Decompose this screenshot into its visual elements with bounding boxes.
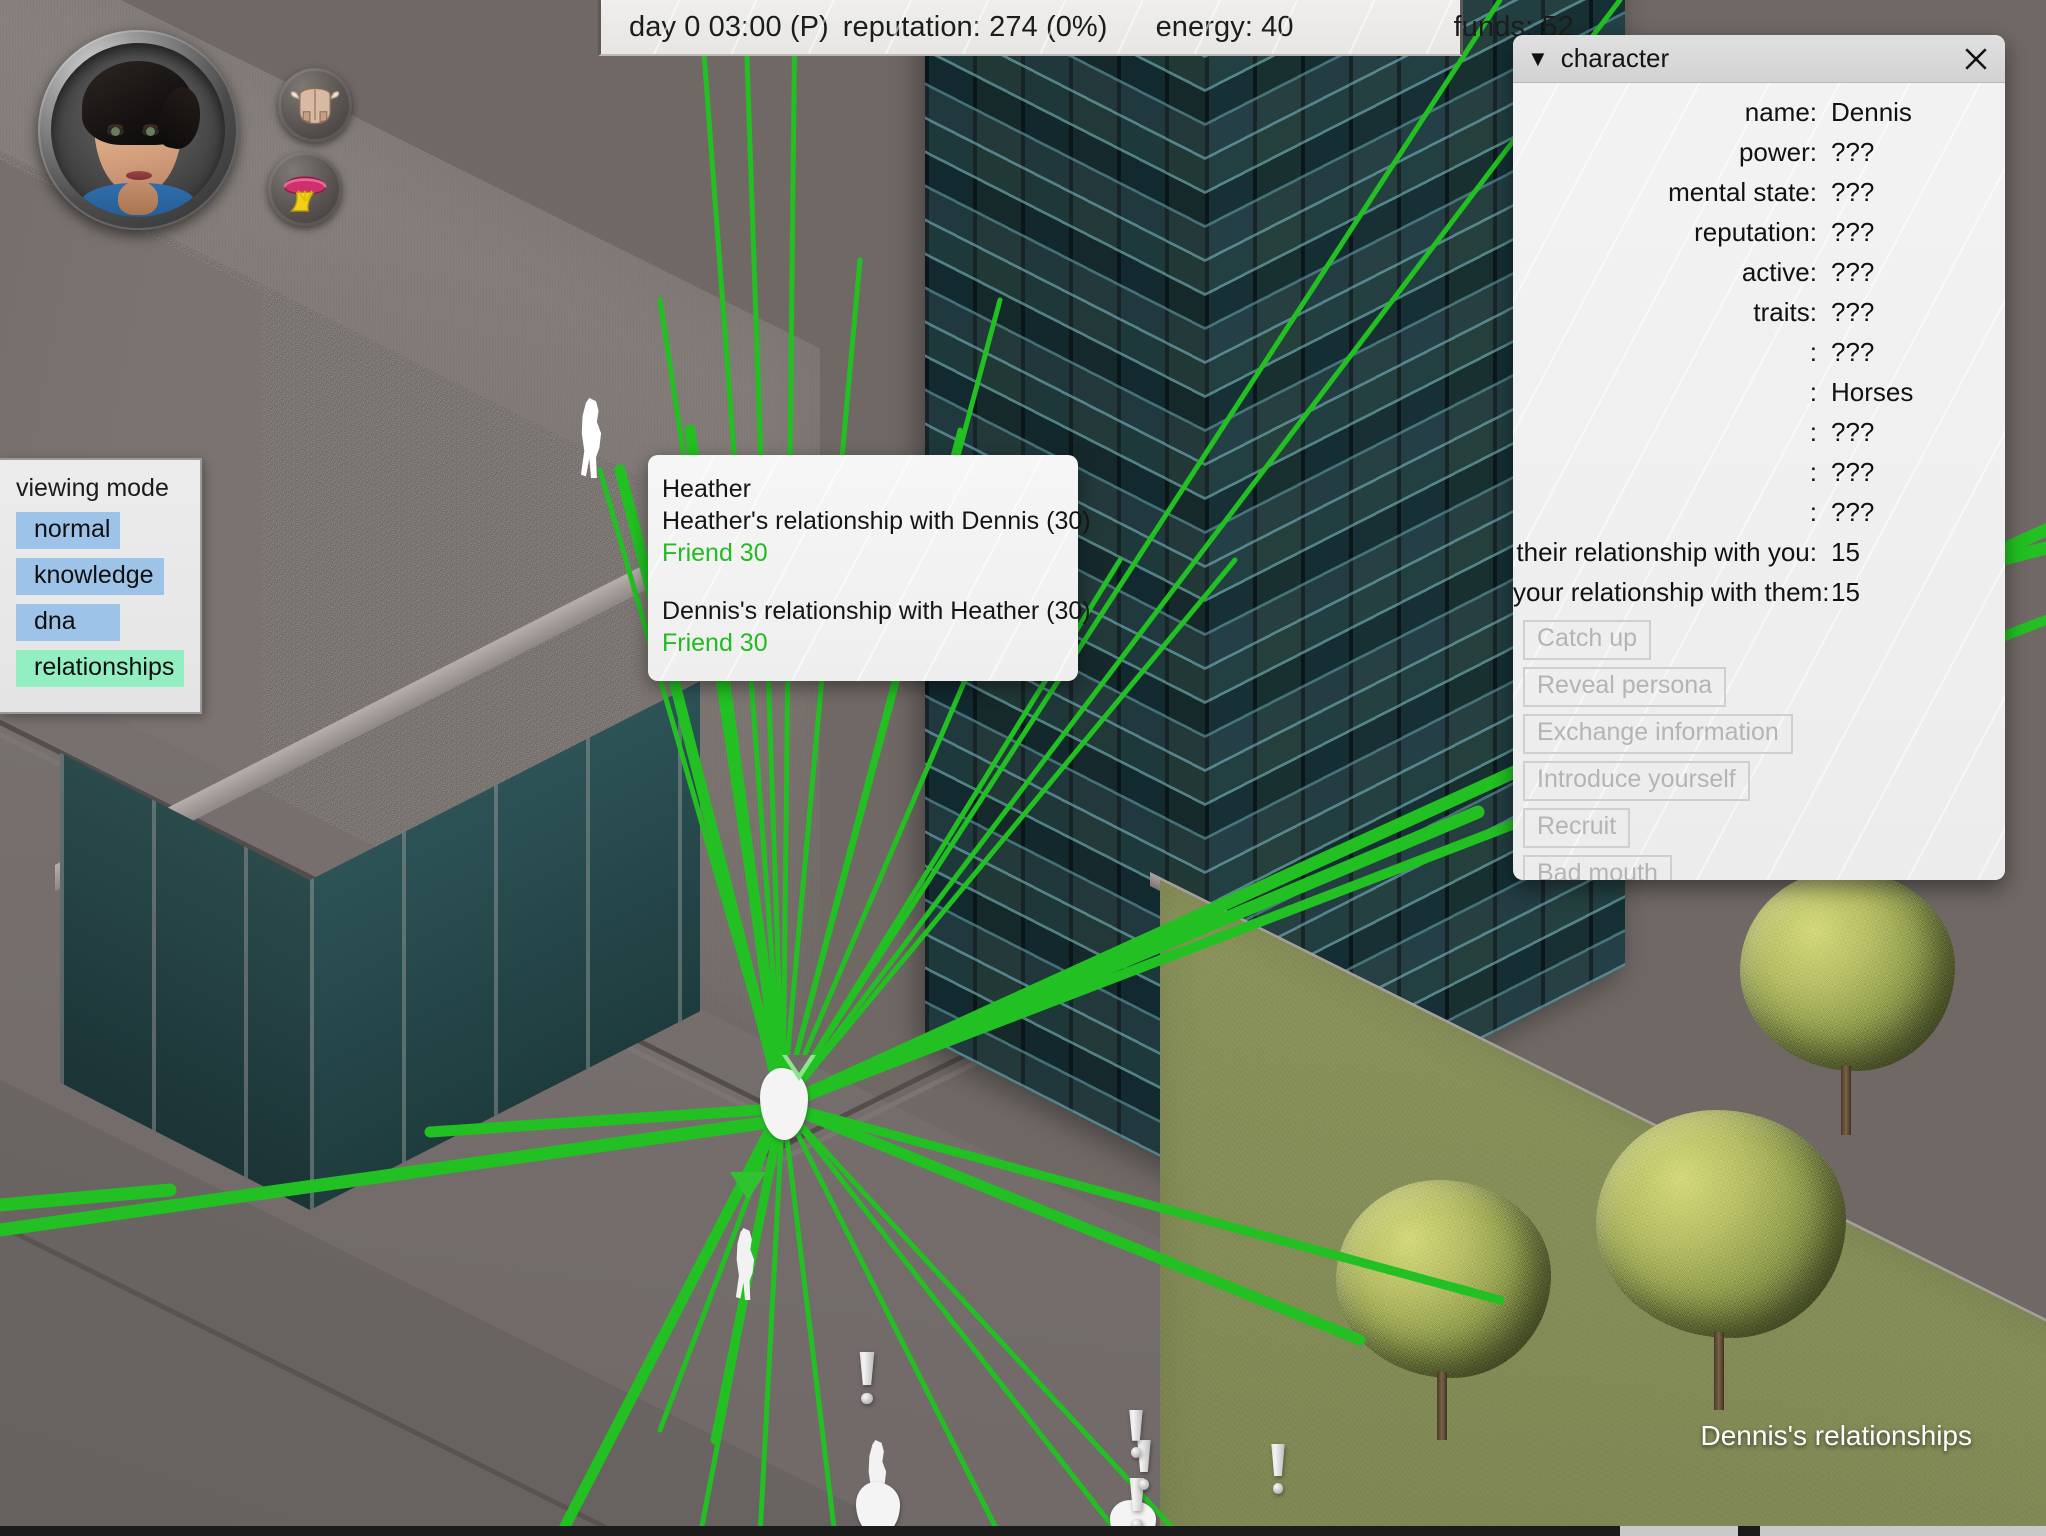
tower-base bbox=[60, 681, 700, 1210]
field-label: mental state: bbox=[1668, 177, 1817, 207]
field-label: : bbox=[1809, 457, 1817, 487]
status-bar: day 0 03:00 (P) reputation: 274 (0%) ene… bbox=[598, 0, 1574, 56]
field-value: ??? bbox=[1831, 217, 1875, 247]
tooltip-relation-a: Heather's relationship with Dennis (30) bbox=[662, 507, 1091, 535]
field-label: your relationship with them: bbox=[1513, 577, 1830, 607]
character-field-row: their relationship with you: 15 bbox=[1513, 537, 2005, 568]
character-field-row: : Horses bbox=[1513, 377, 2005, 408]
field-label: : bbox=[1809, 497, 1817, 527]
relationship-tooltip: Heather Heather's relationship with Denn… bbox=[648, 455, 1091, 681]
field-label: : bbox=[1809, 377, 1817, 407]
field-value: Horses bbox=[1831, 377, 1914, 407]
character-window-title: character bbox=[1560, 43, 1670, 73]
character-field-row: : ??? bbox=[1513, 457, 2005, 488]
bad-mouth-button[interactable]: Bad mouth bbox=[1523, 855, 1672, 880]
field-value: Dennis bbox=[1831, 97, 1912, 127]
avatar[interactable] bbox=[38, 30, 238, 230]
field-value: 15 bbox=[1831, 577, 1860, 607]
reveal-persona-button[interactable]: Reveal persona bbox=[1523, 667, 1727, 707]
field-label: active: bbox=[1741, 257, 1817, 287]
field-value: ??? bbox=[1831, 137, 1875, 167]
field-label: name: bbox=[1744, 97, 1817, 127]
game-screen: day 0 03:00 (P) reputation: 274 (0%) ene… bbox=[0, 0, 2046, 1536]
field-value: ??? bbox=[1831, 297, 1875, 327]
field-value: ??? bbox=[1831, 417, 1875, 447]
character-window: ▼ character name: Dennis power: ??? ment… bbox=[1513, 35, 2005, 880]
character-field-row: your relationship with them: 15 bbox=[1513, 577, 2005, 608]
recruit-button[interactable]: Recruit bbox=[1523, 808, 1631, 848]
character-field-row: : ??? bbox=[1513, 417, 2005, 448]
character-field-row: power: ??? bbox=[1513, 137, 2005, 168]
field-label: : bbox=[1809, 337, 1817, 367]
viewing-mode-normal[interactable]: normal bbox=[16, 512, 121, 549]
tooltip-relation-a-value: Friend 30 bbox=[662, 539, 768, 567]
status-energy: energy: 40 bbox=[1155, 10, 1294, 43]
bottom-chrome-strip bbox=[0, 1526, 2046, 1536]
character-field-row: : ??? bbox=[1513, 497, 2005, 528]
tooltip-relation-b: Dennis's relationship with Heather (30) bbox=[662, 597, 1091, 625]
field-label: traits: bbox=[1753, 297, 1817, 327]
close-glyph bbox=[1965, 47, 1987, 70]
status-reputation: reputation: 274 (0%) bbox=[842, 10, 1108, 43]
viewing-mode-dna[interactable]: dna bbox=[16, 604, 120, 641]
viewing-mode-title: viewing mode bbox=[16, 474, 169, 502]
character-window-titlebar[interactable]: ▼ character bbox=[1513, 35, 2005, 83]
field-value: ??? bbox=[1831, 337, 1875, 367]
viewing-mode-panel: viewing mode normal knowledge dna relati… bbox=[0, 458, 202, 714]
introduce-yourself-button[interactable]: Introduce yourself bbox=[1523, 761, 1750, 801]
viewing-mode-relationships[interactable]: relationships bbox=[16, 650, 185, 687]
character-field-row: active: ??? bbox=[1513, 257, 2005, 288]
skull-helmet-glyph bbox=[290, 87, 340, 125]
field-label: reputation: bbox=[1694, 217, 1817, 247]
character-window-body: name: Dennis power: ??? mental state: ??… bbox=[1513, 83, 2005, 880]
character-field-row: mental state: ??? bbox=[1513, 177, 2005, 208]
tooltip-character-name: Heather bbox=[662, 475, 751, 503]
viewing-mode-knowledge[interactable]: knowledge bbox=[16, 558, 164, 595]
character-field-row: reputation: ??? bbox=[1513, 217, 2005, 248]
field-value: 15 bbox=[1831, 537, 1860, 567]
mushroom-glyph bbox=[283, 176, 327, 212]
close-icon[interactable] bbox=[1959, 42, 1993, 76]
tree bbox=[1740, 870, 1955, 1135]
avatar-face bbox=[76, 53, 200, 217]
character-field-row: name: Dennis bbox=[1513, 97, 2005, 128]
skull-helmet-icon[interactable] bbox=[278, 68, 352, 142]
character-field-row: traits: ??? bbox=[1513, 297, 2005, 328]
field-label: power: bbox=[1738, 137, 1817, 167]
catch-up-button[interactable]: Catch up bbox=[1523, 620, 1652, 660]
scene-overlay-label: Dennis's relationships bbox=[1700, 1420, 1972, 1451]
field-label: their relationship with you: bbox=[1516, 537, 1817, 567]
exclamation-marker-icon[interactable] bbox=[854, 1352, 880, 1404]
field-value: ??? bbox=[1831, 457, 1875, 487]
collapse-caret-icon[interactable]: ▼ bbox=[1527, 47, 1549, 70]
avatar-portrait bbox=[51, 43, 225, 217]
status-time: day 0 03:00 (P) bbox=[629, 10, 829, 43]
tree bbox=[1596, 1110, 1846, 1410]
tree bbox=[1336, 1180, 1551, 1440]
character-actions: Catch up Reveal persona Exchange informa… bbox=[1513, 620, 2005, 880]
character-field-row: : ??? bbox=[1513, 337, 2005, 368]
mushroom-icon[interactable] bbox=[268, 152, 342, 226]
exclamation-marker-icon[interactable] bbox=[1124, 1410, 1148, 1458]
field-value: ??? bbox=[1831, 177, 1875, 207]
exclamation-marker-icon[interactable] bbox=[1266, 1444, 1290, 1494]
selection-marker-down-icon bbox=[730, 1172, 766, 1200]
selection-marker-up-icon bbox=[782, 1055, 816, 1081]
exchange-information-button[interactable]: Exchange information bbox=[1523, 714, 1793, 754]
tooltip-relation-b-value: Friend 30 bbox=[662, 629, 768, 657]
field-value: ??? bbox=[1831, 497, 1875, 527]
field-value: ??? bbox=[1831, 257, 1875, 287]
field-label: : bbox=[1809, 417, 1817, 447]
